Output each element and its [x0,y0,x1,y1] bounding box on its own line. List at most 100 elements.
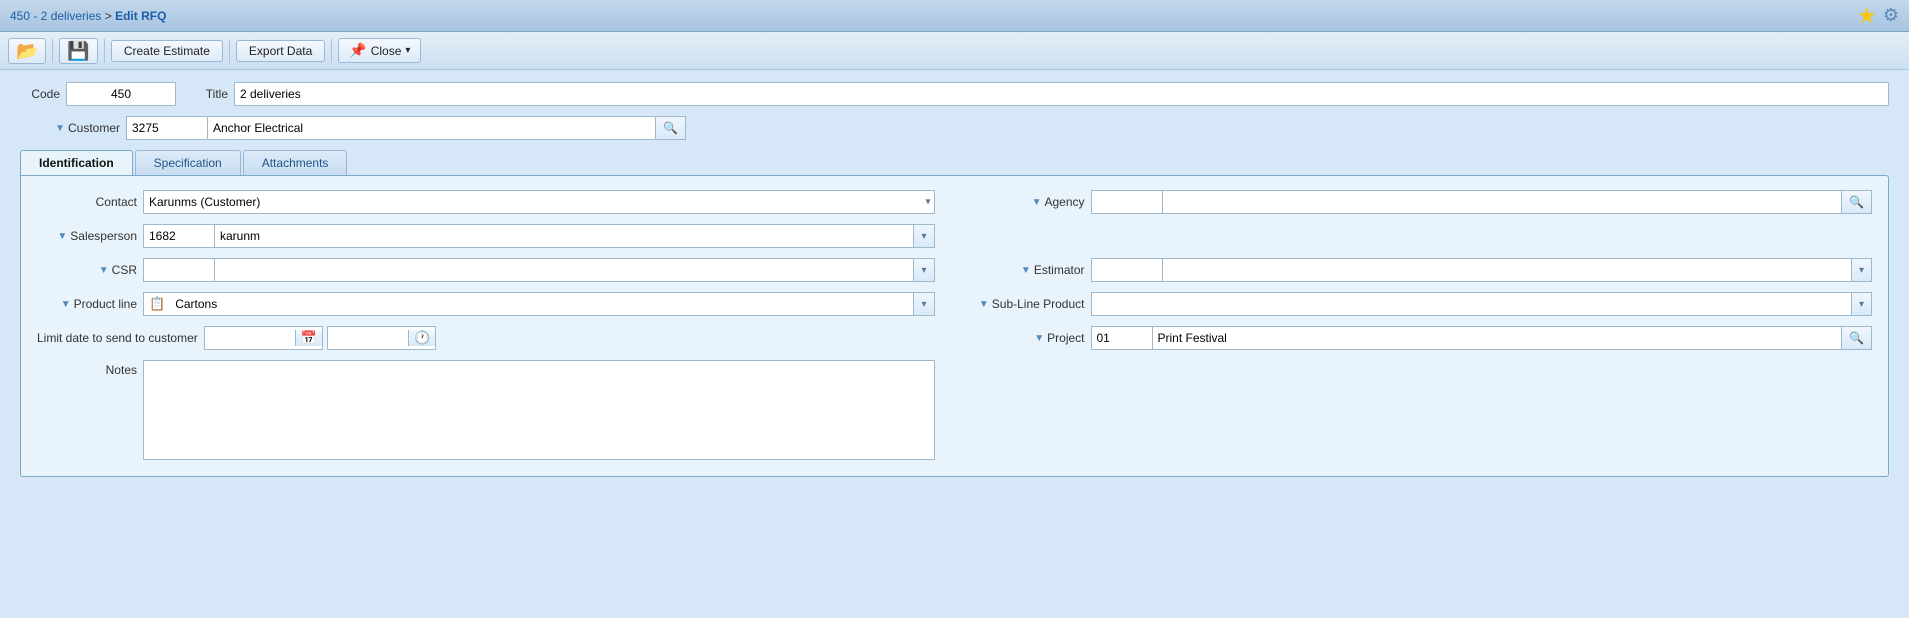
toolbar-separator-4 [331,39,332,63]
save-button[interactable]: 💾 [59,38,97,64]
tab-panel: Contact Karunms (Customer) ▾ ▼ Agency [20,175,1889,477]
breadcrumb-separator: > [105,9,115,23]
estimator-label-wrap: ▼ Estimator [975,263,1085,277]
customer-name-input[interactable] [208,117,655,139]
toolbar-separator-3 [229,39,230,63]
title-input[interactable] [234,82,1889,106]
customer-label-wrap: ▼ Customer [20,121,120,135]
product-line-row: ▼ Product line 📋 ▾ [37,292,935,316]
estimator-row: ▼ Estimator ▾ [975,258,1873,282]
agency-search-icon: 🔍 [1849,195,1864,209]
subline-label-wrap: ▼ Sub-Line Product [975,297,1085,311]
contact-select[interactable]: Karunms (Customer) [143,190,935,214]
product-line-input[interactable] [170,295,913,313]
toolbar-separator-1 [52,39,53,63]
tab-identification[interactable]: Identification [20,150,133,175]
code-input[interactable] [66,82,176,106]
product-line-label-wrap: ▼ Product line [37,297,137,311]
notes-label: Notes [37,360,137,377]
estimator-name-input[interactable] [1163,259,1851,281]
limit-date-inputs: 📅 🕐 [204,326,436,350]
tab-attachments-label: Attachments [262,156,329,170]
title-section: Title [196,82,1889,106]
clock-button[interactable]: 🕐 [408,330,435,346]
breadcrumb-current: Edit RFQ [115,9,166,23]
agency-code-input[interactable] [1092,191,1162,213]
subline-row: ▼ Sub-Line Product ▾ [975,292,1873,316]
close-label: Close [371,44,402,58]
notes-row: Notes [37,360,935,460]
limit-date-label: Limit date to send to customer [37,331,198,345]
subline-input[interactable] [1092,295,1851,313]
tab-identification-label: Identification [39,156,114,170]
tab-form-grid: Contact Karunms (Customer) ▾ ▼ Agency [37,190,1872,460]
customer-code-input[interactable] [127,117,207,139]
contact-select-wrapper: Karunms (Customer) ▾ [143,190,935,214]
open-button[interactable]: 📂 [8,38,46,64]
estimator-dropdown-button[interactable]: ▾ [1851,259,1871,281]
limit-date-row: Limit date to send to customer 📅 🕐 [37,326,935,350]
calendar-icon: 📅 [301,330,317,345]
product-line-dropdown-button[interactable]: ▾ [913,293,933,315]
salesperson-row: ▼ Salesperson ▾ [37,224,935,248]
csr-label-wrap: ▼ CSR [37,263,137,277]
toolbar: 📂 💾 Create Estimate Export Data 📌 Close … [0,32,1909,70]
product-line-label: Product line [74,297,137,311]
agency-triangle-icon: ▼ [1032,197,1042,208]
agency-name-input[interactable] [1163,191,1842,213]
project-search-button[interactable]: 🔍 [1841,327,1871,349]
customer-search-icon: 🔍 [663,121,678,135]
star-icon[interactable]: ★ [1857,3,1877,29]
tab-attachments[interactable]: Attachments [243,150,348,175]
project-code-input[interactable] [1092,327,1152,349]
tab-specification[interactable]: Specification [135,150,241,175]
salesperson-label-wrap: ▼ Salesperson [37,229,137,243]
export-data-label: Export Data [249,44,312,58]
time-input-wrap: 🕐 [327,326,436,350]
code-section: Code [20,82,176,106]
create-estimate-label: Create Estimate [124,44,210,58]
customer-search-button[interactable]: 🔍 [655,117,685,139]
export-data-button[interactable]: Export Data [236,40,325,62]
agency-search-button[interactable]: 🔍 [1841,191,1871,213]
salesperson-name-input[interactable] [215,225,913,247]
calendar-button[interactable]: 📅 [295,330,322,346]
create-estimate-button[interactable]: Create Estimate [111,40,223,62]
limit-date-input[interactable] [205,329,295,347]
close-button[interactable]: 📌 Close ▾ [338,38,421,63]
salesperson-code-input[interactable] [144,225,214,247]
help-icon[interactable]: ⚙ [1883,5,1899,26]
open-icon: 📂 [16,41,38,61]
project-field-group: 🔍 [1091,326,1873,350]
csr-label: CSR [112,263,137,277]
code-title-row: Code Title [20,82,1889,106]
project-name-input[interactable] [1153,327,1842,349]
csr-dropdown-button[interactable]: ▾ [913,259,933,281]
csr-code-input[interactable] [144,259,214,281]
product-line-field-group: 📋 ▾ [143,292,935,316]
contact-row: Contact Karunms (Customer) ▾ [37,190,935,214]
close-pin-icon: 📌 [349,42,366,59]
customer-field-group: 🔍 [126,116,686,140]
limit-time-input[interactable] [328,329,408,347]
close-dropdown-arrow: ▾ [405,45,410,56]
project-search-icon: 🔍 [1849,331,1864,345]
agency-label: Agency [1044,195,1084,209]
subline-dropdown-button[interactable]: ▾ [1851,293,1871,315]
customer-triangle-icon: ▼ [55,123,65,134]
project-triangle-icon: ▼ [1034,333,1044,344]
notes-textarea[interactable] [143,360,935,460]
agency-row: ▼ Agency 🔍 [975,190,1873,214]
main-content: Code Title ▼ Customer 🔍 Identification S… [0,70,1909,489]
csr-field-group: ▾ [143,258,935,282]
breadcrumb: 450 - 2 deliveries > Edit RFQ [10,9,166,23]
estimator-code-input[interactable] [1092,259,1162,281]
tabs-container: Identification Specification Attachments [20,150,1889,175]
subline-triangle-icon: ▼ [979,299,989,310]
customer-label: Customer [68,121,120,135]
breadcrumb-link[interactable]: 450 - 2 deliveries [10,9,101,23]
csr-name-input[interactable] [215,259,913,281]
estimator-field-group: ▾ [1091,258,1873,282]
salesperson-dropdown-button[interactable]: ▾ [913,225,933,247]
salesperson-triangle-icon: ▼ [57,231,67,242]
